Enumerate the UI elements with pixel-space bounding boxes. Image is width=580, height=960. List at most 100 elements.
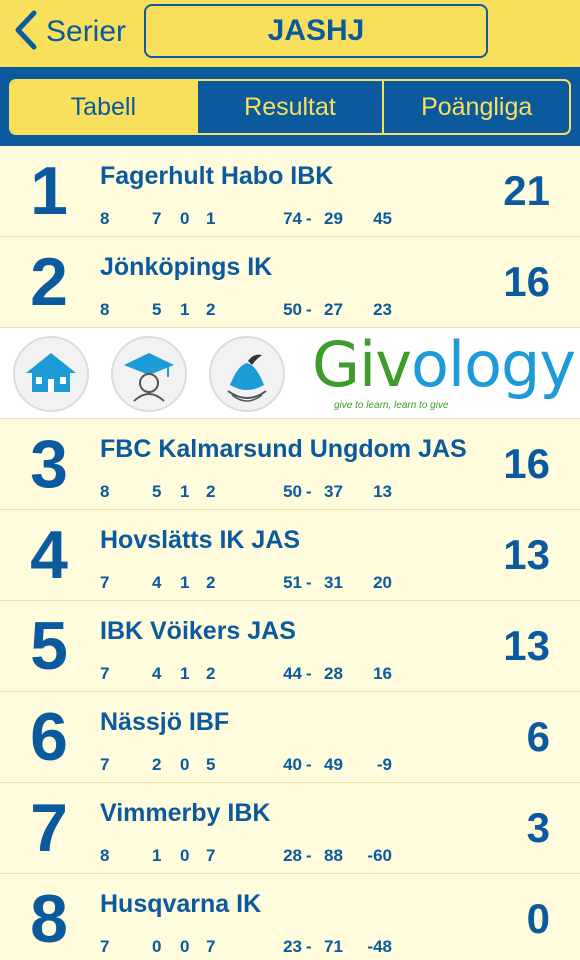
goals-for: 74 xyxy=(283,209,302,228)
goals-for: 44 xyxy=(283,664,302,683)
team-name: IBK Vöikers JAS xyxy=(100,617,296,645)
graduate-icon xyxy=(111,336,187,412)
ad-tagline: give to learn, learn to give xyxy=(334,400,449,411)
back-label: Serier xyxy=(46,15,127,48)
standings-row[interactable]: 4 Hovslätts IK JAS 7 4 1 2 51 - 31 20 13 xyxy=(0,510,580,601)
wins: 1 xyxy=(152,846,162,865)
team-name: Fagerhult Habo IBK xyxy=(100,162,334,190)
points: 16 xyxy=(503,440,550,487)
losses: 5 xyxy=(206,755,216,774)
draws: 1 xyxy=(180,664,190,683)
goals-for: 51 xyxy=(283,573,302,592)
draws: 0 xyxy=(180,209,190,228)
goals-for: 40 xyxy=(283,755,302,774)
team-name: Nässjö IBF xyxy=(100,708,230,736)
back-button[interactable]: Serier xyxy=(10,8,126,56)
team-name: Vimmerby IBK xyxy=(100,799,271,827)
goals-separator: - xyxy=(306,846,312,865)
goals-for: 50 xyxy=(283,482,302,501)
goals-for: 23 xyxy=(283,937,302,956)
games-played: 7 xyxy=(100,664,110,683)
goal-difference: 13 xyxy=(373,482,392,501)
goals-for: 28 xyxy=(283,846,302,865)
standings-row[interactable]: 5 IBK Vöikers JAS 7 4 1 2 44 - 28 16 13 xyxy=(0,601,580,692)
goal-difference: 45 xyxy=(373,209,392,228)
school-house-icon xyxy=(13,336,89,412)
draws: 1 xyxy=(180,573,190,592)
losses: 2 xyxy=(206,300,216,319)
goal-difference: -60 xyxy=(367,846,392,865)
goal-difference: -9 xyxy=(376,755,392,774)
goals-separator: - xyxy=(306,664,312,683)
team-name: Husqvarna IK xyxy=(100,890,262,918)
wins: 0 xyxy=(152,937,162,956)
points: 21 xyxy=(503,167,550,214)
standings-row[interactable]: 1 Fagerhult Habo IBK 8 7 0 1 74 - 29 45 … xyxy=(0,146,580,237)
games-played: 8 xyxy=(100,300,110,319)
page-title-box: JASHJ xyxy=(144,4,488,58)
goals-separator: - xyxy=(306,573,312,592)
goals-separator: - xyxy=(306,209,312,228)
losses: 7 xyxy=(206,937,216,956)
standings-row[interactable]: 8 Husqvarna IK 7 0 0 7 23 - 71 -48 0 xyxy=(0,874,580,960)
hands-icon xyxy=(209,336,285,412)
points: 6 xyxy=(526,713,550,760)
points: 3 xyxy=(526,804,550,851)
goal-difference: 16 xyxy=(373,664,392,683)
draws: 0 xyxy=(180,755,190,774)
losses: 7 xyxy=(206,846,216,865)
standings-row[interactable]: 7 Vimmerby IBK 8 1 0 7 28 - 88 -60 3 xyxy=(0,783,580,874)
rank: 5 xyxy=(30,608,68,684)
losses: 2 xyxy=(206,573,216,592)
games-played: 8 xyxy=(100,846,110,865)
tab-tabell[interactable]: Tabell xyxy=(11,81,196,133)
standings-row[interactable]: 6 Nässjö IBF 7 2 0 5 40 - 49 -9 6 xyxy=(0,692,580,783)
goals-separator: - xyxy=(306,300,312,319)
rank: 2 xyxy=(30,244,68,320)
ad-banner[interactable]: Givology give to learn, learn to give xyxy=(0,328,580,419)
games-played: 8 xyxy=(100,482,110,501)
rank: 1 xyxy=(30,153,68,229)
team-name: Hovslätts IK JAS xyxy=(100,526,301,554)
losses: 1 xyxy=(206,209,216,228)
goals-separator: - xyxy=(306,937,312,956)
team-name: FBC Kalmarsund Ungdom JAS xyxy=(100,435,467,463)
segmented-control: Tabell Resultat Poängliga xyxy=(9,79,571,135)
points: 0 xyxy=(526,895,550,942)
chevron-left-icon xyxy=(10,8,40,57)
losses: 2 xyxy=(206,482,216,501)
points: 16 xyxy=(503,258,550,305)
draws: 0 xyxy=(180,846,190,865)
goal-difference: 20 xyxy=(373,573,392,592)
tab-resultat[interactable]: Resultat xyxy=(195,81,383,133)
standings-list: 1 Fagerhult Habo IBK 8 7 0 1 74 - 29 45 … xyxy=(0,146,580,960)
games-played: 7 xyxy=(100,755,110,774)
wins: 5 xyxy=(152,482,162,501)
points: 13 xyxy=(503,622,550,669)
goals-for: 50 xyxy=(283,300,302,319)
games-played: 8 xyxy=(100,209,110,228)
givology-logo: Givology xyxy=(312,328,576,401)
team-name: Jönköpings IK xyxy=(100,253,273,281)
tab-poangliga[interactable]: Poängliga xyxy=(382,81,569,133)
segmented-control-bar: Tabell Resultat Poängliga xyxy=(0,70,580,146)
rank: 6 xyxy=(30,699,68,775)
wins: 5 xyxy=(152,300,162,319)
draws: 0 xyxy=(180,937,190,956)
wins: 4 xyxy=(152,573,162,592)
games-played: 7 xyxy=(100,937,110,956)
goal-difference: 23 xyxy=(373,300,392,319)
losses: 2 xyxy=(206,664,216,683)
page-title: JASHJ xyxy=(267,14,365,47)
rank: 3 xyxy=(30,426,68,502)
rank: 4 xyxy=(30,517,68,593)
games-played: 7 xyxy=(100,573,110,592)
standings-row[interactable]: 3 FBC Kalmarsund Ungdom JAS 8 5 1 2 50 -… xyxy=(0,419,580,510)
wins: 2 xyxy=(152,755,162,774)
goal-difference: -48 xyxy=(367,937,392,956)
rank: 7 xyxy=(30,790,68,866)
wins: 4 xyxy=(152,664,162,683)
goals-separator: - xyxy=(306,755,312,774)
standings-row[interactable]: 2 Jönköpings IK 8 5 1 2 50 - 27 23 16 xyxy=(0,237,580,328)
rank: 8 xyxy=(30,881,68,957)
